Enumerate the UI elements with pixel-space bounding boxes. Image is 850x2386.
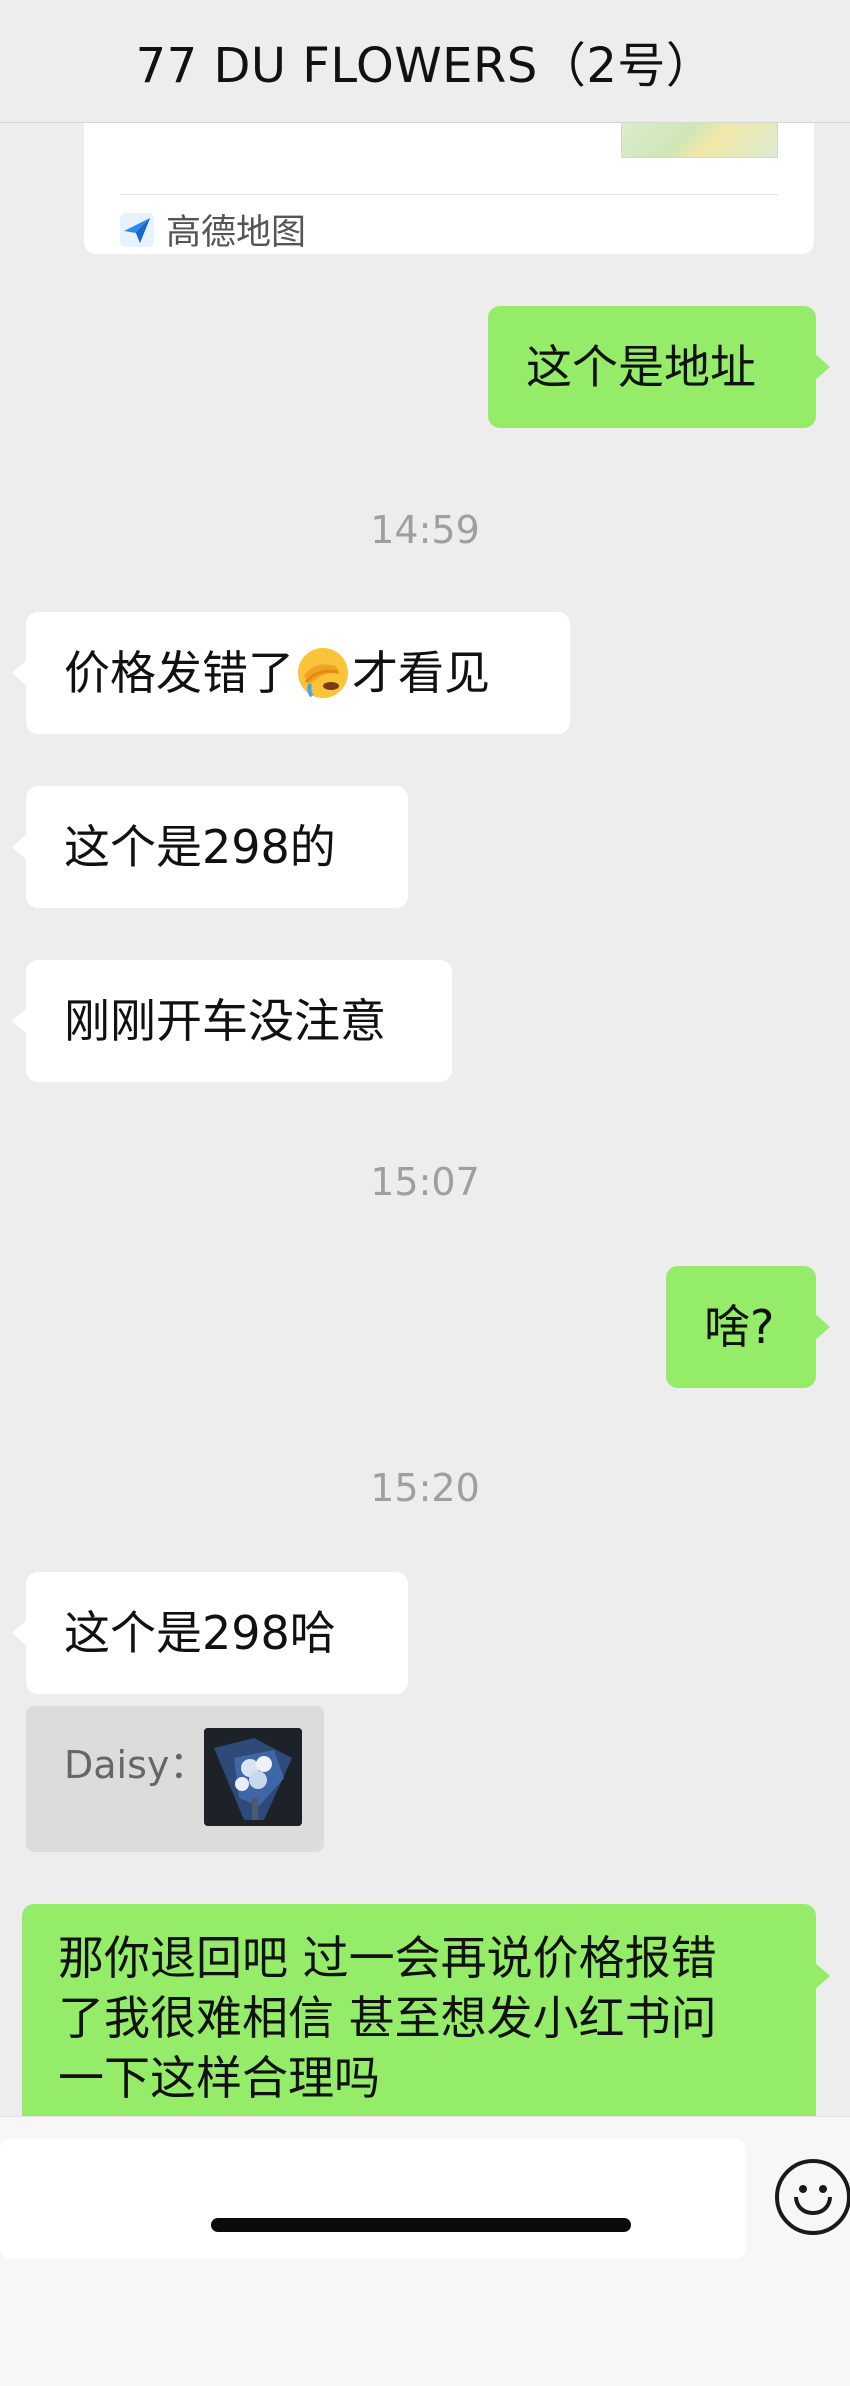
message-text: 这个是298的 [64, 820, 336, 874]
quoted-sender: Daisy： [64, 1743, 208, 1787]
input-bar [0, 2116, 850, 2386]
emoji-smile-icon[interactable] [775, 2159, 850, 2235]
message-text-line: 了我很难相信 甚至想发小红书问 [58, 1991, 717, 2045]
bouquet-thumbnail[interactable] [204, 1728, 302, 1826]
message-text: 这个是298哈 [64, 1606, 336, 1660]
map-source-label: 高德地图 [166, 213, 307, 253]
message-text: 啥? [704, 1300, 775, 1354]
eye [819, 2185, 827, 2193]
mouth [794, 2197, 832, 2215]
message-bubble-incoming[interactable]: 这个是298的 [12, 786, 408, 908]
message-bubble-outgoing[interactable]: 啥? [666, 1266, 830, 1388]
message-text: 才看见 [352, 646, 490, 700]
timestamp: 14:59 [370, 508, 480, 552]
map-source: 高德地图 [120, 204, 306, 255]
amap-arrow-icon [120, 212, 154, 247]
bouquet-image [204, 1728, 302, 1826]
message-text: 价格发错了 [64, 646, 294, 700]
message-bubble-outgoing[interactable]: 那你退回吧 过一会再说价格报错 了我很难相信 甚至想发小红书问 一下这样合理吗 [22, 1904, 830, 2134]
chat-header: 77 DU FLOWERS（2号） [0, 0, 850, 123]
timestamp: 15:20 [370, 1466, 480, 1510]
divider [120, 194, 778, 195]
message-text-line: 那你退回吧 过一会再说价格报错 [58, 1931, 717, 1985]
message-text-line: 一下这样合理吗 [58, 2051, 380, 2105]
timestamp: 15:07 [370, 1160, 480, 1204]
chat-title[interactable]: 77 DU FLOWERS（2号） [136, 26, 715, 96]
home-indicator[interactable] [211, 2218, 631, 2232]
quoted-message[interactable]: Daisy： [26, 1706, 324, 1852]
facepalm-cry-emoji [298, 648, 348, 698]
message-bubble-incoming[interactable]: 这个是298哈 [12, 1572, 408, 1694]
message-input[interactable] [0, 2139, 746, 2259]
message-bubble-incoming[interactable]: 刚刚开车没注意 [12, 960, 452, 1082]
message-bubble-incoming[interactable]: 价格发错了 才看见 [12, 612, 570, 734]
eye [799, 2185, 807, 2193]
message-text: 刚刚开车没注意 [64, 994, 386, 1048]
message-text: 这个是地址 [526, 340, 756, 394]
message-bubble-outgoing[interactable]: 这个是地址 [488, 306, 830, 428]
